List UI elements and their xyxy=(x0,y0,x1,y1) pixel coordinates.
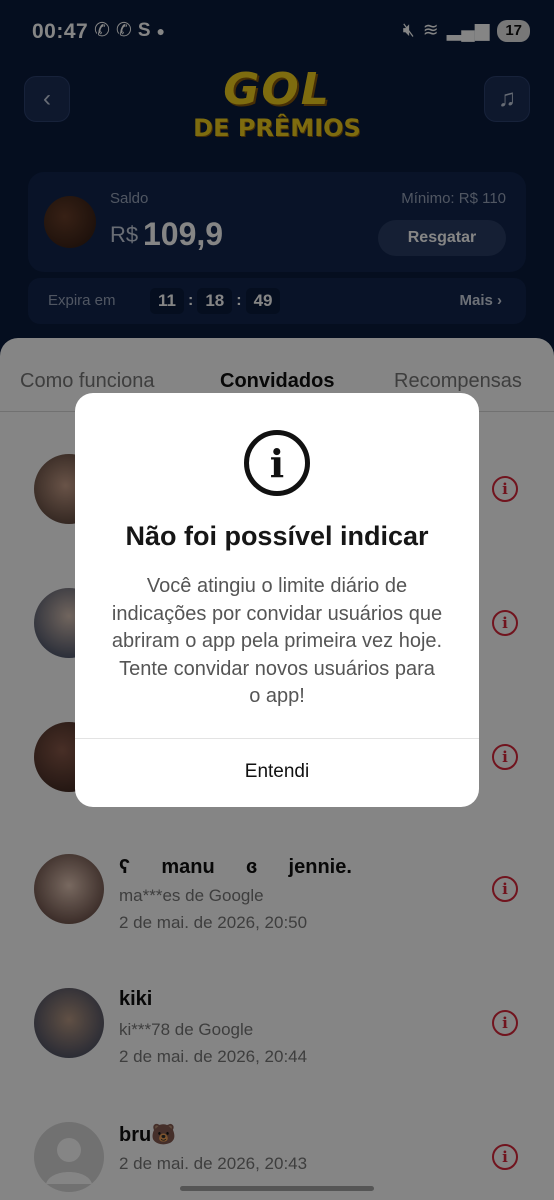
home-indicator[interactable] xyxy=(180,1186,374,1191)
dialog-message: Você atingiu o limite diário de indicaçõ… xyxy=(111,575,443,707)
info-icon: i xyxy=(244,430,310,496)
dialog-title: Não foi possível indicar xyxy=(125,521,429,551)
confirm-button[interactable]: Entendi xyxy=(75,739,479,805)
referral-error-dialog: i Não foi possível indicar Você atingiu … xyxy=(75,393,479,807)
